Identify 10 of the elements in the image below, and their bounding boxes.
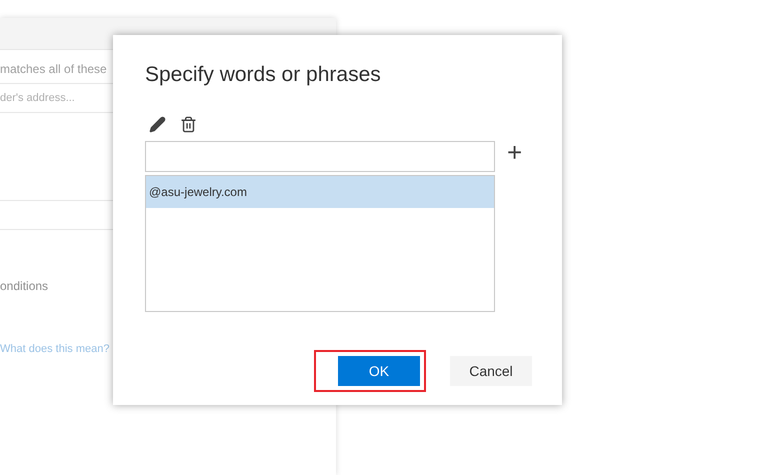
dialog-title: Specify words or phrases [145,62,382,88]
pencil-icon[interactable] [149,116,166,132]
cancel-button[interactable]: Cancel [450,356,532,386]
trash-icon[interactable] [180,116,197,132]
list-item[interactable]: @asu-jewelry.com [146,176,494,208]
input-field[interactable] [145,141,495,172]
add-button[interactable]: + [507,139,522,165]
condition-text: matches all of these [0,61,107,78]
ok-button[interactable]: OK [338,356,420,386]
conditions-text: onditions [0,278,48,295]
